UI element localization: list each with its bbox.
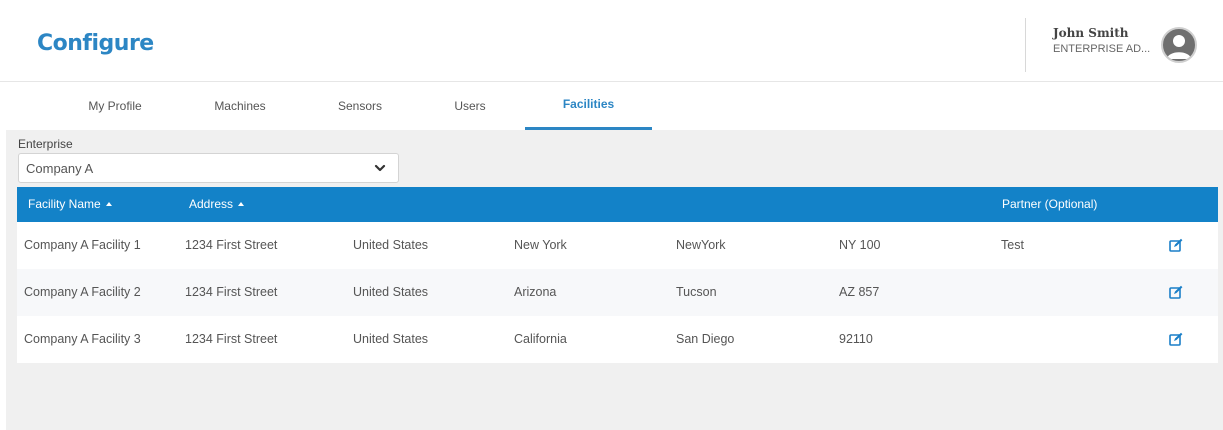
edit-icon[interactable]	[1169, 238, 1183, 252]
enterprise-select[interactable]: Company A	[18, 153, 399, 183]
user-name[interactable]: John Smith	[1053, 26, 1129, 40]
tab-sensors[interactable]: Sensors	[320, 82, 400, 130]
facility-name-cell: Company A Facility 3	[24, 332, 141, 346]
state-cell: New York	[514, 238, 567, 252]
table-row: Company A Facility 2 1234 First Street U…	[17, 269, 1218, 316]
enterprise-label: Enterprise	[18, 137, 73, 151]
column-header-partner: Partner (Optional)	[1002, 197, 1098, 211]
tab-users[interactable]: Users	[440, 82, 500, 130]
user-role: ENTERPRISE AD...	[1053, 43, 1151, 55]
country-cell: United States	[353, 285, 429, 299]
address-cell: 1234 First Street	[185, 238, 278, 252]
header-divider	[1025, 18, 1026, 72]
enterprise-select-value: Company A	[26, 161, 94, 176]
avatar[interactable]	[1161, 27, 1197, 63]
city-cell: Tucson	[676, 285, 717, 299]
country-cell: United States	[353, 332, 429, 346]
zip-cell: NY 100	[839, 238, 881, 252]
main-content: Enterprise Company A Facility Name Addre…	[6, 130, 1223, 430]
tab-my-profile[interactable]: My Profile	[70, 82, 160, 130]
sort-up-icon	[105, 202, 112, 206]
tab-facilities[interactable]: Facilities	[525, 82, 652, 130]
tab-machines[interactable]: Machines	[195, 82, 285, 130]
edit-icon[interactable]	[1169, 285, 1183, 299]
table-row: Company A Facility 1 1234 First Street U…	[17, 222, 1218, 269]
zip-cell: 92110	[839, 332, 873, 346]
zip-cell: AZ 857	[839, 285, 880, 299]
edit-icon[interactable]	[1169, 332, 1183, 346]
column-header-address[interactable]: Address	[189, 197, 245, 211]
state-cell: California	[514, 332, 567, 346]
country-cell: United States	[353, 238, 429, 252]
tab-bar: My Profile Machines Sensors Users Facili…	[0, 82, 1223, 130]
column-header-facility-name[interactable]: Facility Name	[28, 197, 112, 211]
partner-cell: Test	[1001, 238, 1024, 252]
facility-name-cell: Company A Facility 1	[24, 238, 141, 252]
table-row: Company A Facility 3 1234 First Street U…	[17, 316, 1218, 363]
city-cell: NewYork	[676, 238, 726, 252]
chevron-down-icon	[374, 164, 386, 172]
page-title: Configure	[37, 31, 154, 56]
facility-name-cell: Company A Facility 2	[24, 285, 141, 299]
sort-up-icon	[238, 202, 245, 206]
address-cell: 1234 First Street	[185, 285, 278, 299]
table-header: Facility Name Address Partner (Optional)	[17, 187, 1218, 222]
city-cell: San Diego	[676, 332, 735, 346]
address-cell: 1234 First Street	[185, 332, 278, 346]
app-header: Configure John Smith ENTERPRISE AD...	[0, 0, 1223, 82]
user-icon	[1167, 35, 1191, 59]
state-cell: Arizona	[514, 285, 557, 299]
